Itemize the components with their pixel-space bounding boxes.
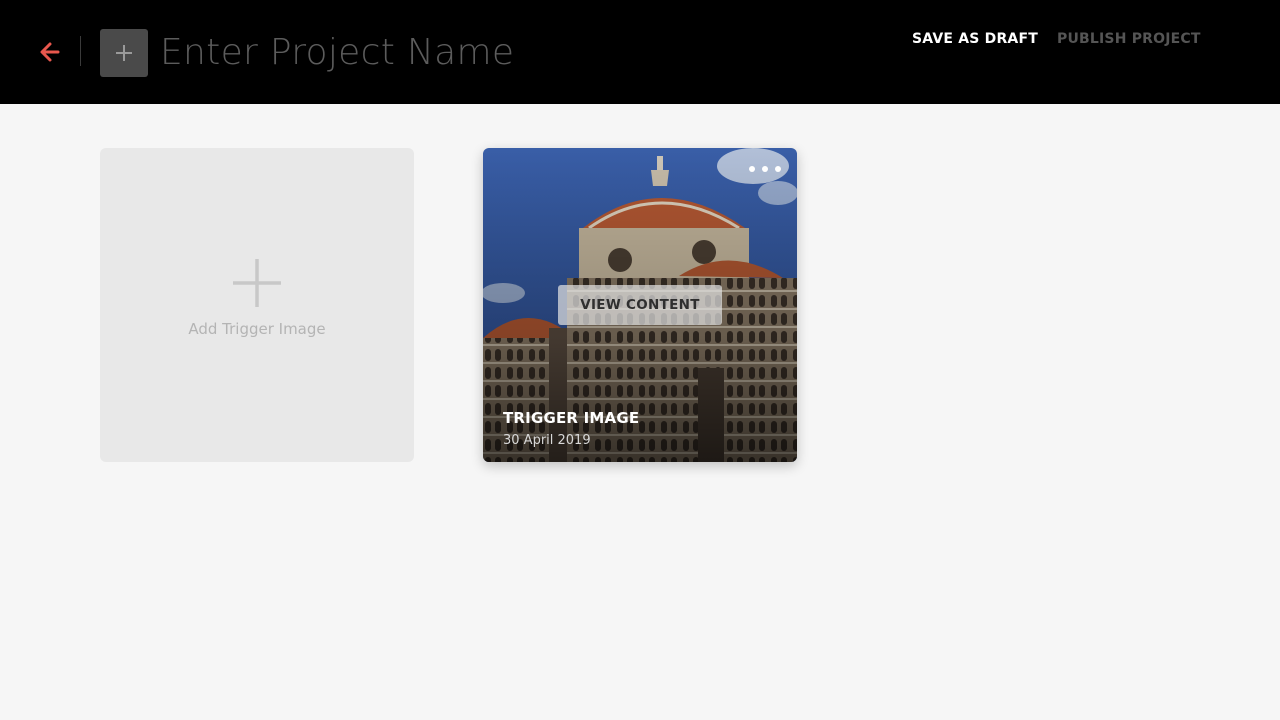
arrow-left-icon: [40, 42, 60, 62]
view-content-button[interactable]: VIEW CONTENT: [558, 285, 722, 325]
publish-project-button[interactable]: PUBLISH PROJECT: [1057, 31, 1201, 49]
trigger-card-title: TRIGGER IMAGE: [503, 409, 640, 427]
more-dot: [775, 166, 781, 172]
project-icon-button[interactable]: [100, 29, 148, 77]
more-horizontal-icon: [749, 166, 755, 172]
plus-icon: [233, 259, 281, 307]
more-dot: [762, 166, 768, 172]
add-trigger-image-card[interactable]: Add Trigger Image: [100, 148, 414, 462]
top-bar: SAVE AS DRAFT PUBLISH PROJECT: [0, 0, 1280, 104]
project-name-input[interactable]: [160, 26, 760, 78]
back-button[interactable]: [36, 38, 64, 66]
trigger-card-date: 30 April 2019: [503, 433, 591, 448]
card-menu-button[interactable]: [749, 162, 781, 176]
add-trigger-image-label: Add Trigger Image: [188, 320, 326, 338]
header-divider: [80, 36, 81, 66]
save-as-draft-button[interactable]: SAVE AS DRAFT: [912, 31, 1038, 49]
trigger-image-card[interactable]: VIEW CONTENT TRIGGER IMAGE 30 April 2019: [483, 148, 797, 462]
plus-icon: [116, 45, 132, 61]
